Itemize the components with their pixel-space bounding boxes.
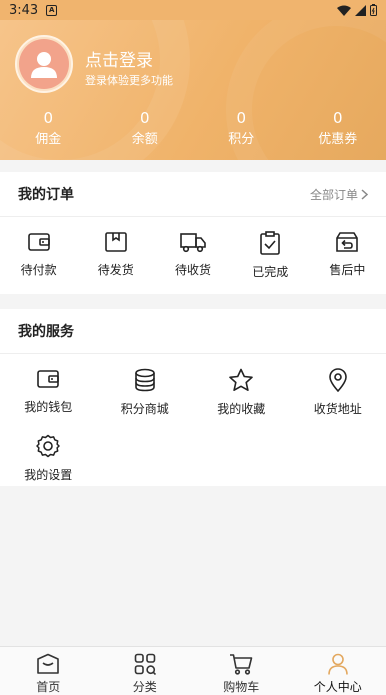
category-grid-icon	[134, 653, 156, 675]
star-icon	[229, 368, 254, 391]
status-time: 3:43	[9, 2, 39, 18]
stat-label: 积分	[228, 132, 255, 147]
stat-value: 0	[332, 109, 343, 127]
status-bar: 3:43 A	[0, 0, 386, 20]
battery-icon	[370, 4, 377, 16]
stat-label: 优惠券	[318, 132, 358, 147]
order-after-sales[interactable]: 售后中	[309, 217, 386, 294]
signal-icon	[355, 4, 366, 16]
stat-balance[interactable]: 0 余额	[97, 108, 194, 150]
stat-value: 0	[43, 109, 54, 127]
service-favorites[interactable]: 我的收藏	[193, 354, 290, 420]
tab-category[interactable]: 分类	[97, 647, 194, 695]
notification-icon: A	[46, 4, 58, 16]
gear-icon	[36, 434, 60, 458]
stat-label: 佣金	[35, 132, 62, 147]
truck-icon	[180, 233, 206, 253]
order-label: 待付款	[20, 263, 57, 277]
wallet-icon	[27, 233, 50, 251]
wallet-icon	[37, 370, 60, 388]
bottom-tab-bar: 首页 分类 购物车 个人中心	[0, 646, 386, 695]
tab-label: 个人中心	[313, 680, 362, 694]
service-points-mall[interactable]: 积分商城	[97, 354, 194, 420]
clipboard-check-icon	[260, 231, 281, 255]
order-pending-receipt[interactable]: 待收货	[154, 217, 231, 294]
order-label: 待收货	[175, 263, 212, 277]
return-box-icon	[336, 232, 359, 252]
all-orders-link[interactable]: 全部订单	[310, 186, 368, 203]
avatar[interactable]	[15, 35, 73, 93]
service-label: 积分商城	[120, 402, 169, 416]
profile-header: 点击登录 登录体验更多功能 0 佣金 0 余额 0 积分 0 优惠券	[0, 20, 386, 160]
tab-home[interactable]: 首页	[0, 647, 97, 695]
service-address[interactable]: 收货地址	[290, 354, 386, 420]
stat-commission[interactable]: 0 佣金	[0, 108, 97, 150]
order-pending-payment[interactable]: 待付款	[0, 217, 77, 294]
person-icon	[327, 653, 348, 675]
user-avatar-icon	[31, 52, 57, 78]
login-title[interactable]: 点击登录	[85, 46, 153, 71]
service-label: 收货地址	[313, 402, 362, 416]
service-settings[interactable]: 我的设置	[0, 420, 97, 486]
login-subtitle: 登录体验更多功能	[85, 74, 173, 87]
stat-value: 0	[139, 109, 150, 127]
location-pin-icon	[328, 368, 347, 392]
coins-icon	[134, 368, 155, 392]
services-card: 我的服务 我的钱包 积分商城 我的收藏 收货地址 我的设置	[0, 309, 386, 486]
tab-label: 首页	[36, 680, 61, 694]
package-icon	[104, 232, 127, 252]
tab-label: 分类	[132, 680, 157, 694]
chevron-right-icon	[361, 188, 368, 200]
wifi-icon	[337, 5, 351, 16]
tab-label: 购物车	[223, 680, 260, 694]
tab-profile[interactable]: 个人中心	[290, 647, 386, 695]
service-wallet[interactable]: 我的钱包	[0, 354, 97, 420]
cart-icon	[230, 654, 253, 675]
service-label: 我的钱包	[24, 400, 73, 414]
all-orders-label: 全部订单	[309, 187, 358, 202]
stats-row: 0 佣金 0 余额 0 积分 0 优惠券	[0, 108, 386, 150]
stat-coupons[interactable]: 0 优惠券	[290, 108, 386, 150]
orders-title: 我的订单	[18, 187, 74, 203]
order-pending-shipment[interactable]: 待发货	[77, 217, 154, 294]
stat-label: 余额	[131, 132, 158, 147]
order-label: 待发货	[97, 263, 134, 277]
order-label: 售后中	[329, 263, 366, 277]
stat-value: 0	[236, 109, 247, 127]
tab-cart[interactable]: 购物车	[193, 647, 290, 695]
service-label: 我的设置	[24, 468, 73, 482]
stat-points[interactable]: 0 积分	[193, 108, 290, 150]
service-label: 我的收藏	[217, 402, 266, 416]
order-label: 已完成	[252, 265, 289, 279]
services-title: 我的服务	[18, 324, 74, 340]
home-icon	[37, 653, 60, 674]
orders-card: 我的订单 全部订单 待付款 待发货 待收货 已完成 售后中	[0, 172, 386, 294]
order-completed[interactable]: 已完成	[232, 217, 309, 294]
